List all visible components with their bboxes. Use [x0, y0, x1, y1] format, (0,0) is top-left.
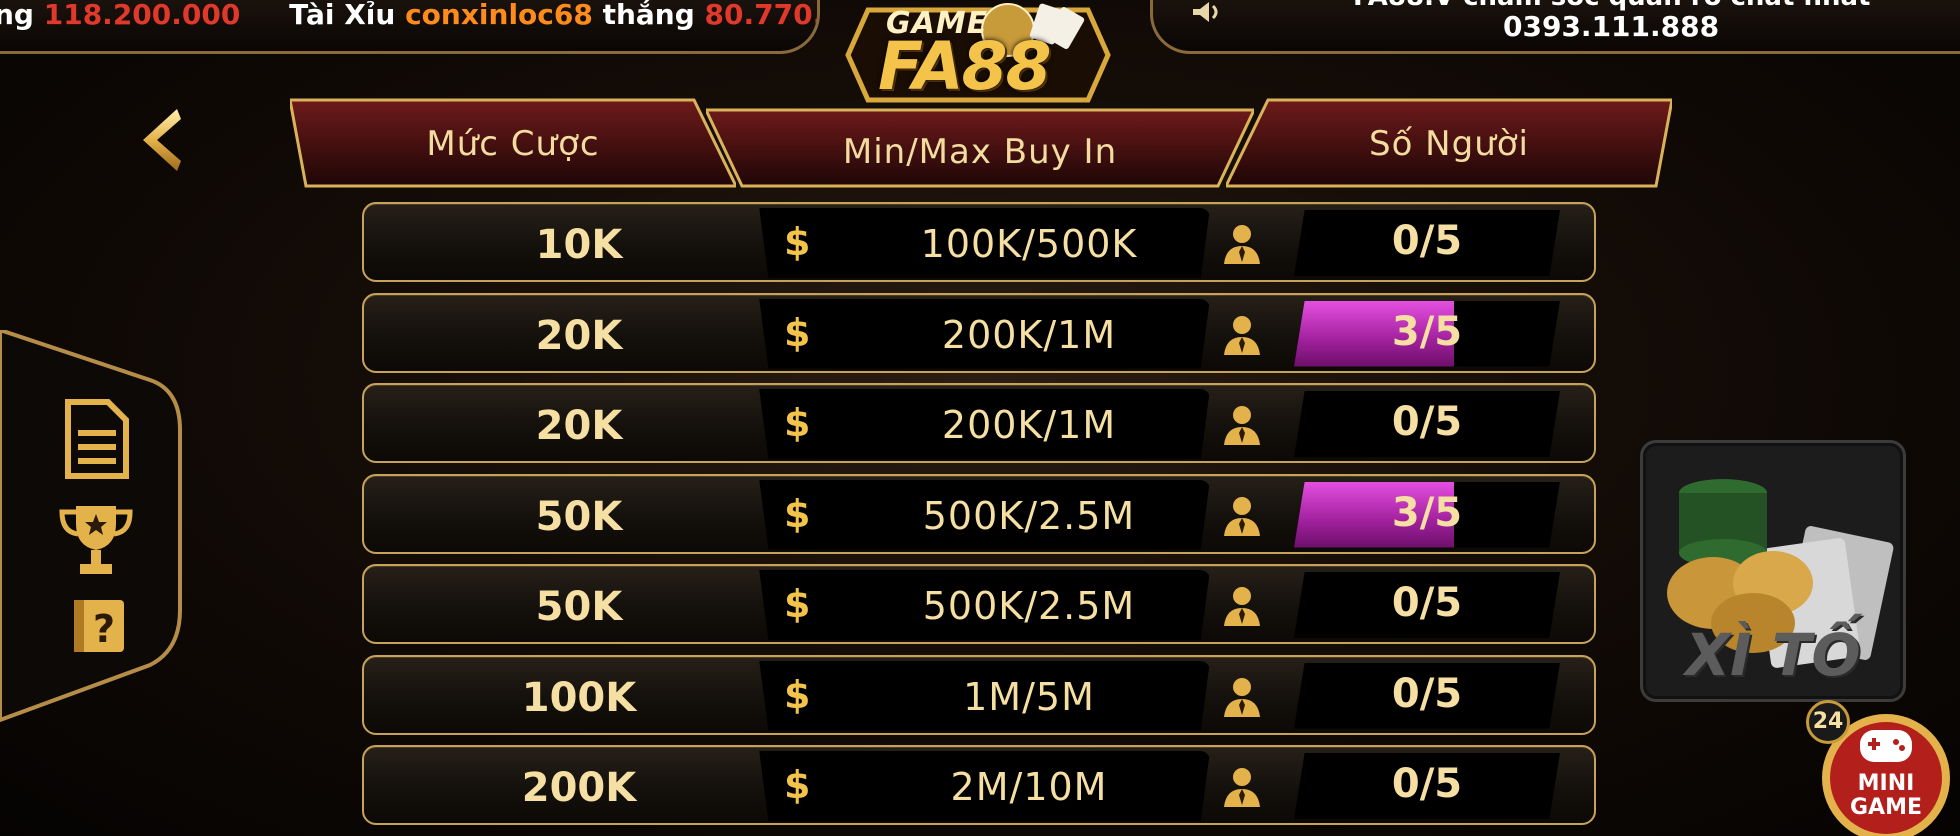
dollar-icon: $ [784, 672, 811, 717]
user-icon [1224, 406, 1260, 445]
user-icon [1224, 587, 1260, 626]
buyin-range: 100K/500K [920, 222, 1138, 266]
mini-game-button[interactable]: 24 MINI GAME [1800, 700, 1950, 836]
table-row[interactable]: 200K $2M/10M 0/5 [362, 745, 1596, 825]
hotline-phone: 0393.111.888 [1503, 10, 1720, 43]
svg-text:?: ? [93, 607, 115, 651]
bet-amount: 20K [535, 403, 623, 449]
table-row[interactable]: 20K $200K/1M 0/5 [362, 383, 1596, 463]
brand-logo: GAME FA88 [838, 0, 1118, 110]
user-icon [1224, 677, 1260, 717]
bet-amount: 200K [521, 765, 637, 811]
game-card-title: XÌ TỐ [1685, 621, 1861, 689]
bet-amount: 20K [535, 312, 623, 359]
logo-brand-text: FA88 [878, 28, 1052, 105]
mini-game-label-line1: MINI [1857, 771, 1915, 796]
user-icon [1224, 225, 1260, 264]
ticker-word: thắng [602, 0, 695, 31]
dollar-icon: $ [784, 220, 811, 264]
buyin-range: 200K/1M [941, 312, 1117, 357]
game-card-xito[interactable]: XÌ TỐ [1640, 440, 1906, 702]
ticker-game: Tài Xỉu [289, 0, 396, 31]
players-count: 0/5 [1391, 670, 1463, 717]
user-icon [1224, 496, 1260, 536]
header-buyin: Min/Max Buy In [706, 106, 1254, 200]
header-players-label: Số Người [1368, 124, 1529, 164]
bet-amount: 100K [521, 674, 637, 721]
players-count: 0/5 [1391, 399, 1463, 445]
ticker-word: ng [0, 0, 34, 31]
trophy-icon[interactable] [58, 502, 134, 578]
side-menu: ? [0, 330, 190, 730]
players-count: 3/5 [1391, 489, 1463, 536]
dollar-icon: $ [784, 401, 811, 445]
buyin-range: 500K/2.5M [922, 584, 1136, 628]
buyin-range: 2M/10M [950, 765, 1108, 809]
ticker-user: conxinloc68 [405, 0, 593, 31]
user-icon [1224, 315, 1260, 355]
user-icon [1224, 768, 1260, 807]
help-icon[interactable]: ? [70, 596, 128, 656]
buyin-range: 200K/1M [941, 403, 1117, 447]
mini-game-label-line2: GAME [1849, 795, 1922, 820]
header-buyin-label: Min/Max Buy In [842, 132, 1118, 172]
table-row[interactable]: 10K $100K/500K 0/5 [362, 202, 1596, 282]
players-count: 0/5 [1391, 580, 1463, 626]
players-count: 0/5 [1391, 761, 1463, 807]
players-count: 3/5 [1391, 308, 1463, 355]
document-icon[interactable] [64, 398, 130, 480]
mini-game-badge: 24 [1806, 700, 1850, 744]
table-row[interactable]: 20K $200K/1M 3/5 [362, 292, 1596, 373]
dollar-icon: $ [784, 491, 811, 536]
mini-game-label: MINI GAME [1834, 772, 1938, 820]
table-row[interactable]: 50K $500K/2.5M 0/5 [362, 564, 1596, 644]
buyin-range: 500K/2.5M [922, 493, 1136, 538]
header-bet: Mức Cược [290, 96, 736, 190]
buyin-range: 1M/5M [963, 674, 1095, 719]
header-bet-label: Mức Cược [426, 124, 600, 164]
bet-amount: 10K [535, 222, 623, 268]
ticker-left: ng 118.200.000 Tài Xỉu conxinloc68 thắng… [0, 0, 820, 54]
table-row[interactable]: 50K $500K/2.5M 3/5 [362, 473, 1596, 554]
dollar-icon: $ [784, 582, 811, 626]
dollar-icon: $ [784, 763, 811, 807]
back-arrow-icon[interactable] [135, 105, 185, 175]
speaker-icon[interactable] [1191, 0, 1225, 28]
ticker-amount: 80.770.00 [704, 0, 817, 31]
ticker-text: ng 118.200.000 Tài Xỉu conxinloc68 thắng… [0, 0, 817, 31]
bet-amount: 50K [535, 584, 623, 630]
bet-amount: 50K [535, 493, 623, 540]
table-row[interactable]: 100K $1M/5M 0/5 [362, 654, 1596, 735]
header-players: Số Người [1226, 96, 1672, 190]
ticker-right: FA88.V chăm sóc quần rơ chất nhất 0393.1… [1150, 0, 1960, 54]
players-count: 0/5 [1391, 218, 1463, 264]
ticker-amount: 118.200.000 [43, 0, 241, 31]
dollar-icon: $ [784, 310, 811, 355]
